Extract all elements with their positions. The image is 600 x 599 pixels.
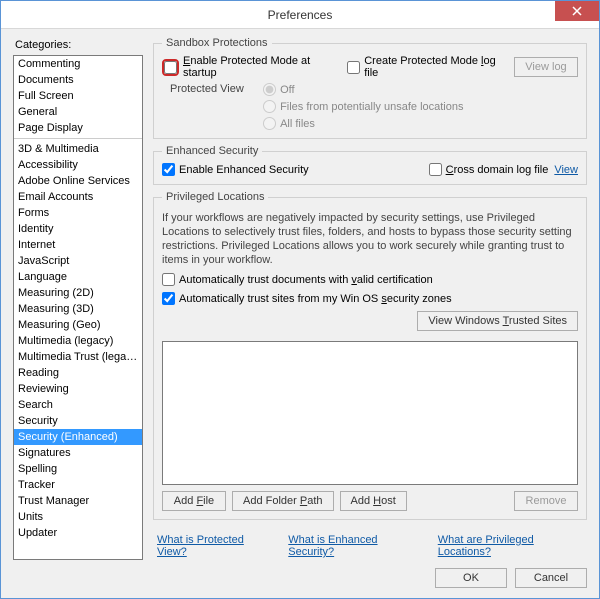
auto-trust-valid-cert-checkbox[interactable]: Automatically trust documents with valid… xyxy=(162,273,578,286)
category-item[interactable]: Documents xyxy=(14,72,142,88)
protected-view-label: Protected View xyxy=(170,83,260,95)
category-item[interactable]: Internet xyxy=(14,237,142,253)
dialog-buttons: OK Cancel xyxy=(13,568,587,588)
highlight-circle-icon xyxy=(162,59,179,76)
category-item[interactable]: Units xyxy=(14,509,142,525)
enhanced-security-group: Enhanced Security Enable Enhanced Securi… xyxy=(153,145,587,185)
sandbox-legend: Sandbox Protections xyxy=(162,37,272,49)
category-item[interactable]: Security (Enhanced) xyxy=(14,429,142,445)
enable-enhanced-security-checkbox[interactable]: Enable Enhanced Security xyxy=(162,163,309,176)
settings-panel: Sandbox Protections Enable Protected Mod… xyxy=(153,37,587,560)
privileged-description: If your workflows are negatively impacte… xyxy=(162,211,578,267)
add-file-button[interactable]: Add File xyxy=(162,491,226,511)
category-item[interactable]: Measuring (2D) xyxy=(14,285,142,301)
category-item[interactable]: Updater xyxy=(14,525,142,541)
category-item[interactable]: 3D & Multimedia xyxy=(14,141,142,157)
privileged-legend: Privileged Locations xyxy=(162,191,268,203)
what-is-enhanced-security-link[interactable]: What is Enhanced Security? xyxy=(288,534,423,558)
help-links: What is Protected View? What is Enhanced… xyxy=(157,534,587,558)
category-item[interactable]: Signatures xyxy=(14,445,142,461)
cancel-button[interactable]: Cancel xyxy=(515,568,587,588)
enhanced-legend: Enhanced Security xyxy=(162,145,262,157)
view-log-button[interactable]: View log xyxy=(514,57,578,77)
what-are-privileged-locations-link[interactable]: What are Privileged Locations? xyxy=(438,534,587,558)
pv-off-radio[interactable]: Off xyxy=(263,83,463,96)
category-item[interactable]: Reading xyxy=(14,365,142,381)
category-item[interactable]: General xyxy=(14,104,142,120)
auto-trust-os-zones-checkbox[interactable]: Automatically trust sites from my Win OS… xyxy=(162,292,452,305)
category-item[interactable]: Search xyxy=(14,397,142,413)
category-item[interactable]: Spelling xyxy=(14,461,142,477)
ok-button[interactable]: OK xyxy=(435,568,507,588)
add-folder-path-button[interactable]: Add Folder Path xyxy=(232,491,334,511)
titlebar: Preferences xyxy=(1,1,599,29)
category-item[interactable]: Reviewing xyxy=(14,381,142,397)
categories-list[interactable]: CommentingDocumentsFull ScreenGeneralPag… xyxy=(13,55,143,560)
create-protected-mode-log-checkbox[interactable]: Create Protected Mode log file xyxy=(347,55,506,79)
category-item[interactable]: Trust Manager xyxy=(14,493,142,509)
category-item[interactable]: Page Display xyxy=(14,120,142,136)
dialog-body: Categories: CommentingDocumentsFull Scre… xyxy=(1,29,599,598)
category-item[interactable]: Adobe Online Services xyxy=(14,173,142,189)
category-item[interactable]: Tracker xyxy=(14,477,142,493)
category-item[interactable]: Accessibility xyxy=(14,157,142,173)
enable-protected-mode-checkbox[interactable]: Enable Protected Mode at startup xyxy=(162,55,339,79)
what-is-protected-view-link[interactable]: What is Protected View? xyxy=(157,534,274,558)
preferences-window: Preferences Categories: CommentingDocume… xyxy=(0,0,600,599)
category-item[interactable]: Email Accounts xyxy=(14,189,142,205)
add-host-button[interactable]: Add Host xyxy=(340,491,407,511)
category-item[interactable]: Measuring (Geo) xyxy=(14,317,142,333)
category-item[interactable]: Identity xyxy=(14,221,142,237)
category-item[interactable]: Measuring (3D) xyxy=(14,301,142,317)
category-item[interactable]: Multimedia (legacy) xyxy=(14,333,142,349)
view-windows-trusted-sites-button[interactable]: View Windows Trusted Sites xyxy=(417,311,578,331)
sandbox-protections-group: Sandbox Protections Enable Protected Mod… xyxy=(153,37,587,139)
pv-unsafe-radio[interactable]: Files from potentially unsafe locations xyxy=(263,100,463,113)
categories-panel: Categories: CommentingDocumentsFull Scre… xyxy=(13,37,143,560)
category-item[interactable]: Multimedia Trust (legacy) xyxy=(14,349,142,365)
category-item[interactable]: Language xyxy=(14,269,142,285)
window-title: Preferences xyxy=(1,8,599,22)
categories-label: Categories: xyxy=(15,39,143,51)
pv-all-radio[interactable]: All files xyxy=(263,117,463,130)
category-item[interactable]: JavaScript xyxy=(14,253,142,269)
category-item[interactable]: Security xyxy=(14,413,142,429)
close-button[interactable] xyxy=(555,1,599,21)
category-item[interactable]: Commenting xyxy=(14,56,142,72)
remove-button[interactable]: Remove xyxy=(514,491,578,511)
cross-domain-log-checkbox[interactable]: Cross domain log file xyxy=(429,163,549,176)
category-item[interactable]: Forms xyxy=(14,205,142,221)
view-cross-domain-log-link[interactable]: View xyxy=(554,164,578,176)
trusted-locations-list[interactable] xyxy=(162,341,578,485)
category-item[interactable]: Full Screen xyxy=(14,88,142,104)
privileged-locations-group: Privileged Locations If your workflows a… xyxy=(153,191,587,520)
